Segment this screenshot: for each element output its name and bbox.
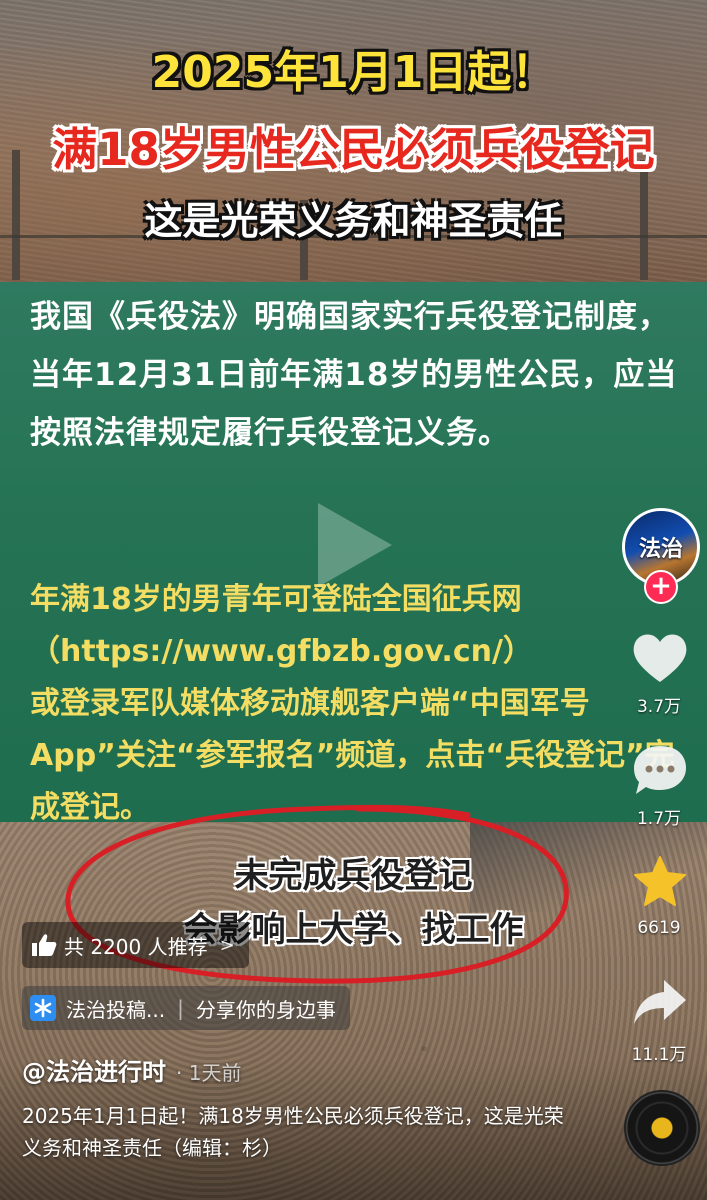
topic-tag-label: 法治投稿... bbox=[66, 997, 166, 1022]
share-icon[interactable] bbox=[630, 974, 690, 1030]
headline-date: 2025年1月1日起！ bbox=[151, 47, 556, 98]
like-count: 3.7万 bbox=[636, 697, 682, 717]
recommend-text: 共 2200 人推荐 bbox=[64, 934, 208, 959]
author-name[interactable]: @法治进行时 bbox=[22, 1058, 166, 1086]
favorite-count: 6619 bbox=[637, 918, 681, 938]
post-time: · 1天前 bbox=[176, 1061, 242, 1085]
registration-url: （https://www.gfbzb.gov.cn/） bbox=[30, 634, 533, 669]
share-count: 11.1万 bbox=[631, 1045, 687, 1065]
play-icon[interactable] bbox=[300, 495, 400, 595]
heart-icon[interactable] bbox=[630, 630, 690, 686]
video-frame[interactable]: 2025年1月1日起！ 满18岁男性公民必须兵役登记 这是光荣义务和神圣责任 我… bbox=[0, 0, 707, 1200]
topic-tag-text: 分享你的身边事 bbox=[195, 997, 336, 1022]
music-disc-icon[interactable] bbox=[624, 1090, 700, 1166]
thumbs-up-icon bbox=[32, 934, 57, 956]
avatar-text: 法治 bbox=[638, 537, 683, 562]
divider: | bbox=[177, 996, 184, 1020]
star-icon[interactable] bbox=[630, 854, 690, 910]
headline-sub: 这是光荣义务和神圣责任 bbox=[144, 199, 563, 243]
law-paragraph: 我国《兵役法》明确国家实行兵役登记制度，当年12月31日前年满18岁的男性公民，… bbox=[30, 299, 678, 451]
author-line[interactable]: @法治进行时 · 1天前 bbox=[22, 1052, 241, 1087]
comment-icon[interactable] bbox=[630, 742, 690, 798]
video-caption: 2025年1月1日起！满18岁男性公民必须兵役登记，这是光荣义务和神圣责任（编辑… bbox=[22, 1104, 564, 1160]
headline-main: 满18岁男性公民必须兵役登记 bbox=[52, 123, 655, 176]
chevron-right-icon: > bbox=[219, 934, 235, 956]
follow-button[interactable]: + bbox=[644, 570, 678, 604]
asterisk-icon bbox=[30, 995, 56, 1021]
registration-intro: 年满18岁的男青年可登陆全国征兵网 bbox=[30, 582, 522, 617]
comment-count: 1.7万 bbox=[636, 809, 682, 829]
recommend-bar[interactable]: 共 2200 人推荐 > bbox=[22, 922, 249, 968]
topic-tag-bar[interactable]: 法治投稿... | 分享你的身边事 bbox=[22, 986, 350, 1030]
